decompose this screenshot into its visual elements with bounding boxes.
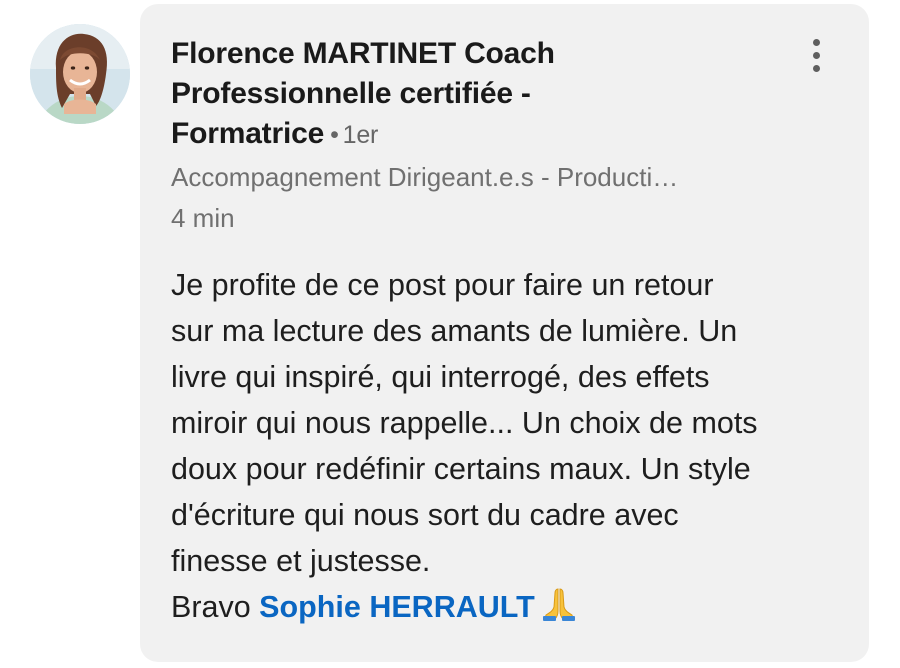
author-headline: Accompagnement Dirigeant.e.s - Producti… [171, 162, 679, 192]
author-avatar[interactable] [30, 24, 130, 124]
author-name-line-text: Formatrice [171, 117, 325, 150]
mention-link[interactable]: Sophie HERRAULT [259, 590, 535, 624]
connection-degree: • 1er [324, 121, 378, 149]
author-name-line: Florence MARTINET Coach [171, 37, 555, 70]
comment-bubble: Florence MARTINET Coach Professionnelle … [140, 4, 869, 662]
comment-container: Florence MARTINET Coach Professionnelle … [0, 0, 900, 668]
comment-timestamp: 4 min [171, 203, 235, 233]
comment-text-line: d'écriture qui nous sort du cadre avec [171, 498, 679, 532]
comment-text-line: Je profite de ce post pour faire un reto… [171, 268, 714, 302]
author-name[interactable]: Florence MARTINET Coach Professionnelle … [171, 34, 611, 155]
comment-text-line: livre qui inspiré, qui interrogé, des ef… [171, 360, 710, 394]
comment-text-line: miroir qui nous rappelle... Un choix de … [171, 406, 758, 440]
vertical-ellipsis-icon-dot [813, 52, 820, 59]
folded-hands-icon [541, 587, 577, 634]
comment-text-line: sur ma lecture des amants de lumière. Un [171, 314, 738, 348]
comment-text-line: doux pour redéfinir certains maux. Un st… [171, 452, 751, 486]
author-name-line: Professionnelle certifiée - [171, 77, 531, 110]
degree-label: 1er [342, 121, 379, 149]
comment-text-line: finesse et justesse. [171, 544, 431, 578]
author-name-line: Formatrice • 1er [171, 114, 611, 155]
vertical-ellipsis-icon [813, 39, 820, 46]
comment-closing-line: Bravo Sophie HERRAULT [171, 584, 851, 634]
more-options-button[interactable] [802, 36, 832, 76]
avatar-photo [30, 24, 130, 124]
vertical-ellipsis-icon-dot [813, 65, 820, 72]
closing-prefix: Bravo [171, 590, 251, 624]
degree-separator: • [330, 121, 339, 149]
comment-text: Je profite de ce post pour faire un reto… [171, 262, 851, 634]
